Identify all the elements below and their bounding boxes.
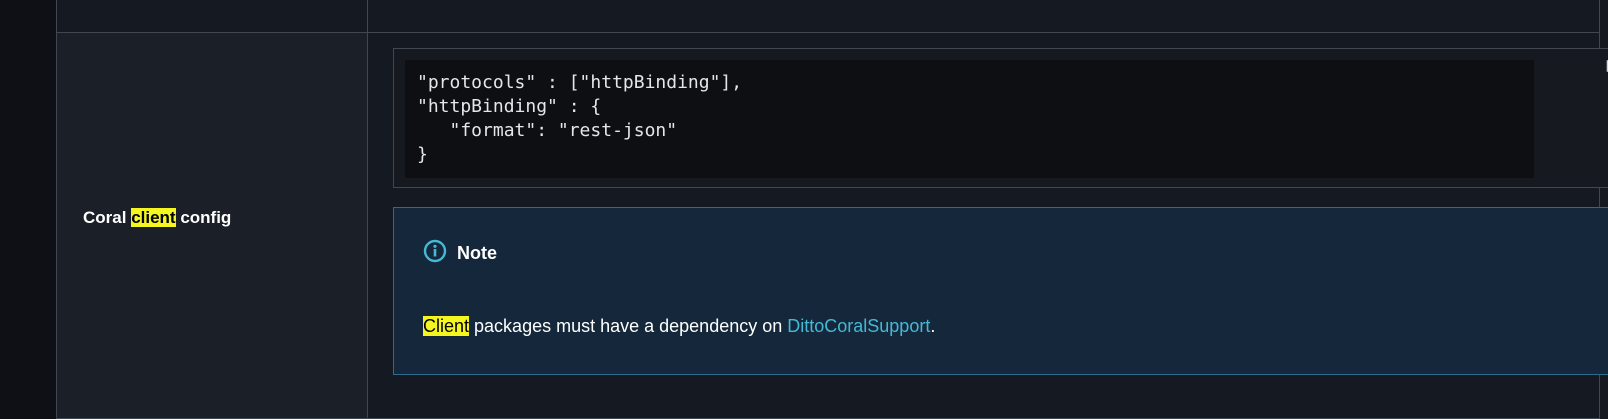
note-title: Note xyxy=(457,243,497,263)
code-block: "protocols" : ["httpBinding"], "httpBind… xyxy=(393,48,1608,188)
note-header: Note xyxy=(423,239,497,268)
column-divider xyxy=(367,0,368,32)
table-row xyxy=(57,0,1599,33)
note-body-text: packages must have a dependency on xyxy=(469,316,788,336)
config-table: Coral client config "protocols" : ["http… xyxy=(56,0,1608,419)
left-gutter xyxy=(0,0,56,419)
label-suffix: config xyxy=(175,208,232,227)
label-prefix: Coral xyxy=(83,208,132,227)
column-divider xyxy=(367,33,368,418)
search-highlight: client xyxy=(131,208,176,227)
row-label-cell: Coral client config xyxy=(57,33,367,418)
note-body-end: . xyxy=(930,316,936,336)
row-label: Coral client config xyxy=(83,208,231,228)
code-text: "protocols" : ["httpBinding"], "httpBind… xyxy=(417,72,743,165)
code-content: "protocols" : ["httpBinding"], "httpBind… xyxy=(405,60,1534,178)
note-alert: Note Client packages must have a depende… xyxy=(393,207,1608,375)
info-icon xyxy=(423,239,447,268)
search-highlight: Client xyxy=(423,316,470,336)
note-body: Client packages must have a dependency o… xyxy=(423,316,935,337)
table-row: Coral client config "protocols" : ["http… xyxy=(57,33,1608,418)
ditto-coral-support-link[interactable]: DittoCoralSupport xyxy=(787,316,930,336)
